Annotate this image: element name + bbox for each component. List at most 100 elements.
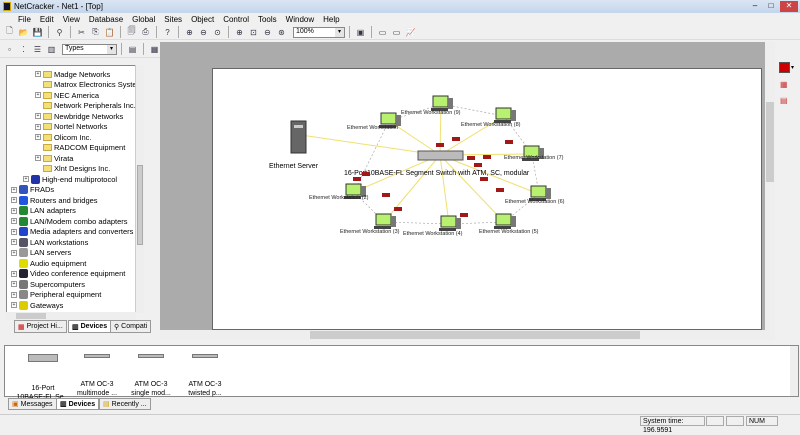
menu-edit[interactable]: Edit: [40, 15, 54, 24]
tab-devices-bottom[interactable]: ▥ Devices: [56, 398, 100, 410]
tree-item[interactable]: + LAN adapters: [11, 206, 76, 217]
expand-icon[interactable]: +: [11, 302, 17, 309]
types-select[interactable]: Types ▾: [62, 43, 117, 55]
menu-tools[interactable]: Tools: [258, 15, 277, 24]
expand-icon[interactable]: +: [11, 270, 17, 277]
workspace-hscrollbar[interactable]: [160, 330, 765, 340]
expand-icon[interactable]: +: [35, 71, 41, 78]
ethernet-workstation[interactable]: Ethernet Workstation (2): [309, 183, 369, 201]
cut-icon[interactable]: ✂: [75, 26, 88, 39]
menu-sites[interactable]: Sites: [164, 15, 182, 24]
expand-icon[interactable]: +: [35, 123, 41, 130]
menu-view[interactable]: View: [63, 15, 80, 24]
tree-item[interactable]: Network Peripherals Inc.: [35, 101, 136, 112]
workstation-link[interactable]: [439, 154, 505, 223]
expand-icon[interactable]: +: [11, 207, 17, 214]
tree-item[interactable]: + NEC America: [35, 90, 99, 101]
expand-icon[interactable]: +: [35, 155, 41, 162]
open-icon[interactable]: 📂: [17, 26, 30, 39]
view-large-icon[interactable]: ▫: [3, 43, 16, 56]
menu-control[interactable]: Control: [223, 15, 249, 24]
expand-icon[interactable]: +: [35, 113, 41, 120]
expand-icon[interactable]: +: [11, 197, 17, 204]
tree-hscrollbar[interactable]: [6, 312, 136, 320]
tree-item[interactable]: Xlnt Designs Inc.: [35, 164, 110, 175]
tab-devices[interactable]: ▥ Devices: [68, 320, 112, 333]
zoom-select[interactable]: 100% ▾: [293, 26, 345, 38]
tree-item[interactable]: + LAN servers: [11, 248, 71, 259]
expand-icon[interactable]: +: [35, 92, 41, 99]
tree-item[interactable]: + Supercomputers: [11, 279, 85, 290]
tree-item[interactable]: + Madge Networks: [35, 69, 110, 80]
tree-item[interactable]: RADCOM Equipment: [35, 143, 125, 154]
ethernet-workstation[interactable]: Ethernet Workstation: [347, 112, 401, 131]
zoom-out-icon[interactable]: ⊖: [197, 26, 210, 39]
device-item[interactable]: ATM OC-3 single mod...: [121, 351, 181, 398]
paste-icon[interactable]: 📋: [103, 26, 116, 39]
ethernet-workstation[interactable]: Ethernet Workstation (4): [403, 215, 463, 237]
ethernet-workstation[interactable]: Ethernet Workstation (5): [479, 213, 539, 235]
menu-help[interactable]: Help: [323, 15, 339, 24]
ring-link[interactable]: [353, 120, 390, 193]
view2-icon[interactable]: ▭: [390, 26, 403, 39]
tab-recently[interactable]: ▤ Recently ...: [99, 398, 151, 410]
tree-item[interactable]: + Newbridge Networks: [35, 111, 123, 122]
expand-icon[interactable]: +: [11, 239, 17, 246]
color-swatch[interactable]: [779, 62, 790, 73]
tree-item[interactable]: + LAN workstations: [11, 237, 88, 248]
device-tree[interactable]: + Madge Networks Matrox Electronics System…: [6, 65, 142, 313]
view-list-icon[interactable]: ☰: [31, 43, 44, 56]
zoom-prev-icon[interactable]: ⊖: [261, 26, 274, 39]
tree-item[interactable]: + FRADs: [11, 185, 54, 196]
tree-item[interactable]: + LAN/Modem combo adapters: [11, 216, 128, 227]
tree-item[interactable]: Audio equipment: [11, 258, 86, 269]
tab-messages[interactable]: ▣ Messages: [8, 398, 57, 410]
server-link[interactable]: [300, 134, 439, 156]
tree-item[interactable]: Matrox Electronics System: [35, 80, 141, 91]
view-small-icon[interactable]: ⁚: [17, 43, 30, 56]
copy-icon[interactable]: ⎘: [89, 26, 102, 39]
tab-compatibility[interactable]: ⚲ Compati: [110, 320, 152, 333]
zoom-window-icon[interactable]: ⊡: [247, 26, 260, 39]
save-icon[interactable]: 💾: [31, 26, 44, 39]
zoom-in-icon[interactable]: ⊕: [183, 26, 196, 39]
device-item[interactable]: 16-Port10BASE-FL Se...: [13, 351, 73, 402]
expand-icon[interactable]: +: [35, 134, 41, 141]
menu-file[interactable]: File: [18, 15, 31, 24]
new-icon[interactable]: 🗋: [3, 26, 16, 39]
tree-item[interactable]: + Routers and bridges: [11, 195, 98, 206]
expand-icon[interactable]: +: [11, 281, 17, 288]
expand-icon[interactable]: +: [11, 228, 17, 235]
maximize-button[interactable]: □: [764, 1, 778, 12]
minimize-button[interactable]: –: [748, 1, 762, 12]
workstation-link[interactable]: [439, 154, 450, 225]
ethernet-workstation[interactable]: Ethernet Workstation (7): [504, 145, 564, 161]
segment-switch[interactable]: 16-Port10BASE-FL Segment Switch with ATM…: [344, 150, 530, 177]
tree-item[interactable]: + Olicom Inc.: [35, 132, 92, 143]
zoom-all-icon[interactable]: ⊛: [275, 26, 288, 39]
menu-database[interactable]: Database: [89, 15, 123, 24]
ethernet-workstation[interactable]: Ethernet Workstation (8): [461, 107, 521, 128]
layer-icon[interactable]: ▤: [780, 96, 790, 106]
zoom-fit-icon[interactable]: ⊕: [233, 26, 246, 39]
help-icon[interactable]: ?: [161, 26, 174, 39]
tree-item[interactable]: + Virata: [35, 153, 73, 164]
menu-global[interactable]: Global: [132, 15, 155, 24]
workspace-vscrollbar[interactable]: [765, 42, 775, 340]
print-icon[interactable]: ⎙: [139, 26, 152, 39]
tree-item[interactable]: + Media adapters and converters ar: [11, 227, 141, 238]
grid-icon[interactable]: ▦: [780, 80, 790, 90]
ethernet-workstation[interactable]: Ethernet Workstation (6): [505, 185, 565, 205]
expand-icon[interactable]: +: [11, 291, 17, 298]
diagram-page[interactable]: Ethernet Server 16-Port10BASE-FL Segment …: [212, 68, 762, 330]
network-diagram[interactable]: Ethernet Server 16-Port10BASE-FL Segment …: [213, 69, 763, 331]
expand-icon[interactable]: +: [23, 176, 29, 183]
ethernet-workstation[interactable]: Ethernet Workstation (9): [401, 95, 461, 116]
device-item[interactable]: ATM OC-3 multimode ...: [67, 351, 127, 398]
zoom-icon[interactable]: ⊙: [211, 26, 224, 39]
monitor-icon[interactable]: ▣: [354, 26, 367, 39]
bottom-scrollbar[interactable]: [790, 346, 798, 396]
ethernet-server[interactable]: Ethernet Server: [269, 120, 319, 170]
chevron-down-icon[interactable]: ▾: [791, 64, 794, 71]
tab-project-hierarchy[interactable]: ▦ Project Hi...: [14, 320, 67, 333]
